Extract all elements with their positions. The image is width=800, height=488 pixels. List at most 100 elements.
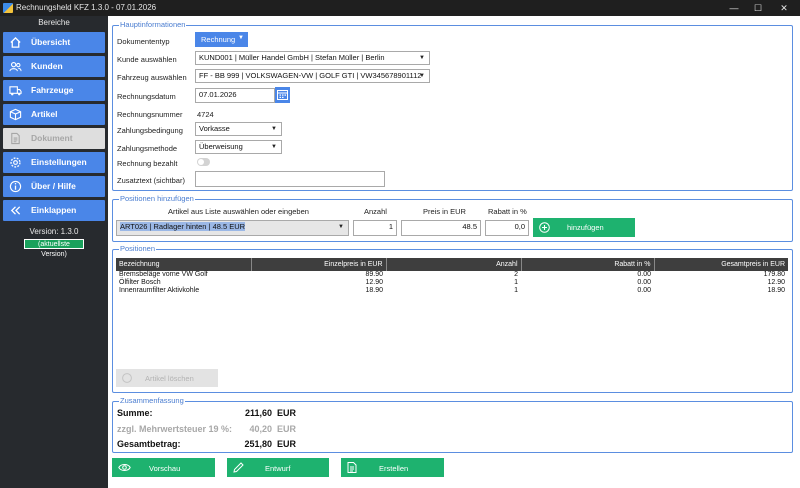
column-header[interactable]: Bezeichnung [116, 258, 252, 271]
preis-input[interactable]: 48.5 [401, 220, 481, 236]
dokumenttyp-value: Rechnung [201, 35, 236, 44]
sidebar-item-label: Dokument [31, 133, 73, 143]
preis-label: Preis in EUR [423, 207, 466, 216]
calendar-button[interactable] [275, 87, 290, 103]
sidebar-item-label: Übersicht [31, 37, 71, 47]
sidebar-item-label: Fahrzeuge [31, 85, 74, 95]
erstellen-button[interactable]: Erstellen [341, 458, 444, 477]
maximize-button[interactable]: ☐ [746, 1, 770, 15]
truck-icon [9, 86, 22, 96]
anzahl-label: Anzahl [364, 207, 387, 216]
artikel-label: Artikel aus Liste auswählen oder eingebe… [168, 207, 309, 216]
version-text: Version: 1.3.0 [29, 227, 79, 236]
positionen-table: Bezeichnung Einzelpreis in EUR Anzahl Ra… [116, 258, 788, 295]
nummer-label: Rechnungsnummer [117, 110, 183, 119]
minimize-button[interactable]: — [722, 1, 746, 15]
table-cell: 0.00 [637, 279, 651, 286]
chevron-down-icon: ▼ [238, 35, 244, 41]
gear-icon [10, 157, 21, 168]
bezahlt-label: Rechnung bezahlt [117, 159, 178, 168]
users-icon [9, 61, 22, 72]
gesamtbetrag-label: Gesamtbetrag: [117, 439, 181, 449]
datum-label: Rechnungsdatum [117, 92, 176, 101]
datum-value: 07.01.2026 [199, 90, 237, 99]
sidebar-item-einstellungen[interactable]: Einstellungen [3, 152, 105, 173]
summe-value: 211,60 [244, 408, 272, 418]
zahlungsbedingung-select[interactable]: Vorkasse ▼ [195, 122, 282, 136]
chevron-down-icon: ▼ [338, 224, 344, 230]
document-icon [347, 462, 357, 473]
title-bar: Rechnungsheld KFZ 1.3.0 - 07.01.2026 — ☐… [0, 0, 800, 16]
preis-value: 48.5 [462, 222, 477, 231]
zahlungsmethode-select[interactable]: Überweisung ▼ [195, 140, 282, 154]
artikel-value: ART026 | Radlager hinten | 48.5 EUR [120, 222, 246, 231]
home-icon [10, 36, 21, 48]
artikel-loeschen-button[interactable]: Artikel löschen [116, 369, 218, 387]
column-header[interactable]: Anzahl [386, 258, 522, 271]
kunde-select[interactable]: KUND001 | Müller Handel GmbH | Stefan Mü… [195, 51, 430, 65]
rabatt-input[interactable]: 0,0 [485, 220, 529, 236]
table-cell: 0.00 [637, 287, 651, 294]
hinzufuegen-button[interactable]: hinzufügen [533, 218, 635, 237]
zusatztext-input[interactable] [195, 171, 385, 187]
sidebar-item-label: Über / Hilfe [31, 181, 76, 191]
sidebar-item-uebersicht[interactable]: Übersicht [3, 32, 105, 53]
entwurf-button[interactable]: Entwurf [227, 458, 329, 477]
app-logo-icon [3, 3, 13, 13]
datum-input[interactable]: 07.01.2026 [195, 88, 275, 103]
chevrons-left-icon [10, 206, 21, 215]
chevron-down-icon: ▼ [271, 144, 277, 150]
gesamtbetrag-currency: EUR [277, 439, 297, 449]
nummer-value: 4724 [197, 110, 214, 119]
table-row[interactable]: Innenraumfilter Aktivkohle 18.90 1 0.00 … [116, 287, 788, 295]
table-row[interactable]: Ölfilter Bosch 12.90 1 0.00 12.90 [116, 279, 788, 287]
rabatt-value: 0,0 [514, 222, 525, 231]
kunde-label: Kunde auswählen [117, 55, 177, 64]
column-header[interactable]: Einzelpreis in EUR [251, 258, 387, 271]
column-header[interactable]: Rabatt in % [521, 258, 655, 271]
sidebar-item-artikel[interactable]: Artikel [3, 104, 105, 125]
table-cell: 18.90 [767, 287, 785, 294]
summe-currency: EUR [277, 408, 297, 418]
table-cell: 179.80 [763, 271, 785, 278]
anzahl-value: 1 [388, 222, 393, 231]
sidebar-item-fahrzeuge[interactable]: Fahrzeuge [3, 80, 105, 101]
dokumenttyp-dropdown[interactable]: Rechnung ▼ [195, 32, 248, 47]
group-title: Zusammenfassung [119, 396, 185, 405]
dokumenttyp-label: Dokumententyp [117, 37, 170, 46]
rabatt-label: Rabatt in % [488, 207, 527, 216]
table-cell: 12.90 [767, 279, 785, 286]
sidebar-item-einklappen[interactable]: Einklappen [3, 200, 105, 221]
entwurf-label: Entwurf [265, 464, 291, 473]
toggle-knob [198, 159, 204, 165]
mwst-currency: EUR [277, 424, 297, 434]
anzahl-input[interactable]: 1 [353, 220, 397, 236]
vorschau-button[interactable]: Vorschau [112, 458, 215, 477]
chevron-down-icon: ▼ [419, 55, 425, 61]
zahlungsbedingung-label: Zahlungsbedingung [117, 126, 183, 135]
fahrzeug-select[interactable]: FF - BB 999 | VOLKSWAGEN-VW | GOLF GTI |… [195, 69, 430, 83]
group-title: Positionen hinzufügen [119, 194, 195, 203]
group-title: Positionen [119, 244, 157, 253]
sidebar-item-kunden[interactable]: Kunden [3, 56, 105, 77]
column-header[interactable]: Gesamtpreis in EUR [654, 258, 788, 271]
sidebar-item-label: Kunden [31, 61, 63, 71]
sidebar-item-ueber-hilfe[interactable]: Über / Hilfe [3, 176, 105, 197]
plus-circle-icon [539, 222, 550, 233]
zahlungsbedingung-value: Vorkasse [199, 124, 230, 133]
calendar-icon [277, 90, 288, 100]
bezahlt-toggle[interactable] [197, 158, 210, 166]
table-cell: 2 [514, 271, 518, 278]
mwst-value: 40,20 [249, 424, 272, 434]
version-status-badge: (aktuellste Version) [24, 239, 84, 258]
sidebar-item-dokument[interactable]: Dokument [3, 128, 105, 149]
kunde-value: KUND001 | Müller Handel GmbH | Stefan Mü… [199, 53, 385, 62]
info-icon [9, 180, 22, 193]
artikel-select[interactable]: ART026 | Radlager hinten | 48.5 EUR ▼ [116, 220, 349, 236]
close-button[interactable]: ✕ [772, 1, 796, 15]
document-icon [11, 132, 20, 145]
table-row[interactable]: Bremsbeläge vorne VW Golf 89.90 2 0.00 1… [116, 271, 788, 279]
table-cell: 89.90 [365, 271, 383, 278]
sidebar-item-label: Einstellungen [31, 157, 87, 167]
zahlungsmethode-label: Zahlungsmethode [117, 144, 178, 153]
